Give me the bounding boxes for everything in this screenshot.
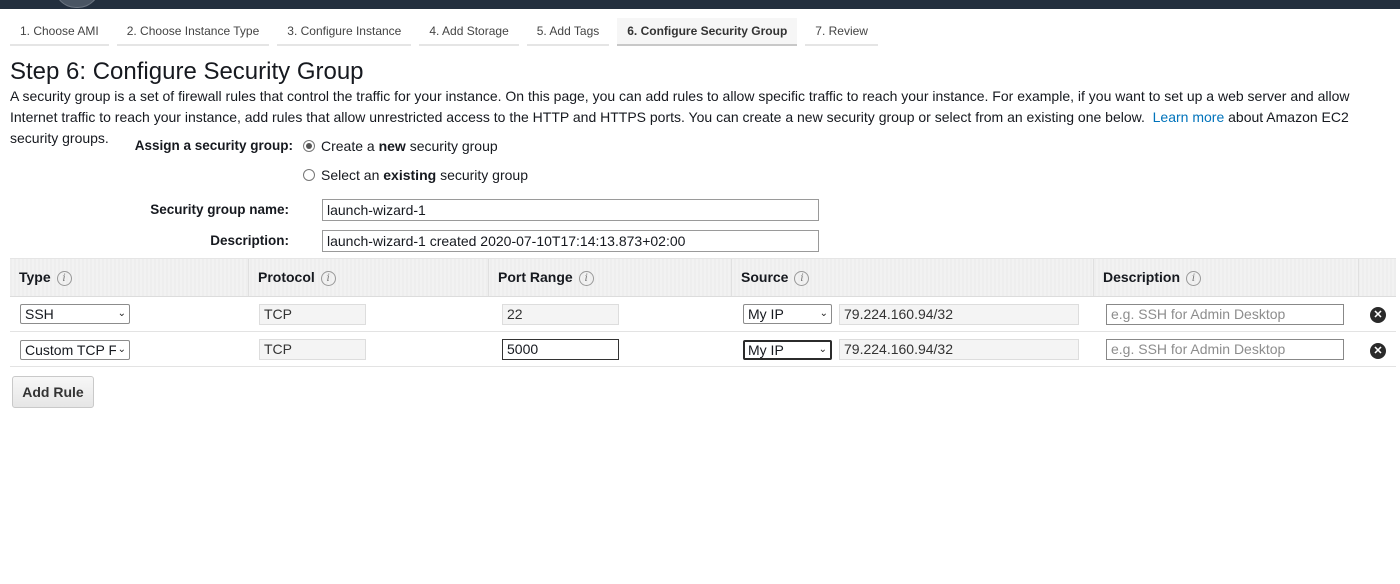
remove-rule-icon[interactable]: ✕ xyxy=(1370,307,1386,323)
info-icon[interactable]: i xyxy=(56,271,72,286)
group-description-input[interactable]: launch-wizard-1 created 2020-07-10T17:14… xyxy=(322,230,819,252)
column-header-actions xyxy=(1358,259,1396,296)
radio-button-select-existing[interactable] xyxy=(303,169,315,181)
assign-security-group-label: Assign a security group: xyxy=(134,138,293,153)
learn-more-link[interactable]: Learn more xyxy=(1153,109,1225,125)
rule-description-input[interactable]: e.g. SSH for Admin Desktop xyxy=(1106,339,1344,360)
rule-source-select[interactable]: My IP ⌄ xyxy=(743,304,832,324)
tab-review[interactable]: 7. Review xyxy=(805,18,878,46)
column-header-protocol: Protocol i xyxy=(248,259,488,296)
chevron-down-icon: ⌄ xyxy=(817,305,828,323)
description-label: Description: xyxy=(210,233,289,248)
rule-port-range-input[interactable]: 5000 xyxy=(502,339,619,360)
info-icon[interactable]: i xyxy=(320,271,336,286)
tab-add-tags[interactable]: 5. Add Tags xyxy=(526,18,610,46)
column-header-source: Source i xyxy=(731,259,1093,296)
radio-select-label: Select an existing security group xyxy=(321,167,528,183)
tab-choose-ami[interactable]: 1. Choose AMI xyxy=(10,18,109,46)
info-icon[interactable]: i xyxy=(578,271,594,286)
tab-configure-security-group[interactable]: 6. Configure Security Group xyxy=(617,18,798,46)
rule-description-input[interactable]: e.g. SSH for Admin Desktop xyxy=(1106,304,1344,325)
rule-row: Custom TCP F ⌄ TCP 5000 My IP ⌄ 79.224.160… xyxy=(10,332,1396,367)
radio-button-create[interactable] xyxy=(303,140,315,152)
wizard-steps: 1. Choose AMI 2. Choose Instance Type 3.… xyxy=(10,18,886,46)
top-navigation-bar xyxy=(0,0,1400,9)
column-header-description: Description i xyxy=(1093,259,1358,296)
rule-port-range-field: 22 xyxy=(502,304,619,325)
intro-body: A security group is a set of firewall ru… xyxy=(10,88,1350,125)
rule-source-cidr-input[interactable]: 79.224.160.94/32 xyxy=(839,304,1079,325)
security-group-name-input[interactable]: launch-wizard-1 xyxy=(322,199,819,221)
rule-type-select[interactable]: Custom TCP F ⌄ xyxy=(20,340,130,360)
column-header-type: Type i xyxy=(10,259,248,296)
radio-create-label: Create a new security group xyxy=(321,138,498,154)
chevron-down-icon: ⌄ xyxy=(115,341,126,359)
tab-choose-instance-type[interactable]: 2. Choose Instance Type xyxy=(116,18,270,46)
remove-rule-icon[interactable]: ✕ xyxy=(1370,343,1386,359)
radio-select-existing-group[interactable]: Select an existing security group xyxy=(303,167,528,183)
column-header-port-range: Port Range i xyxy=(488,259,731,296)
rule-type-select[interactable]: SSH ⌄ xyxy=(20,304,130,324)
rules-table-header: Type i Protocol i Port Range i Source i Desc… xyxy=(10,258,1396,297)
rule-row: SSH ⌄ TCP 22 My IP ⌄ 79.224.160.94/32 e.g.… xyxy=(10,297,1396,332)
rule-protocol-field: TCP xyxy=(259,304,366,325)
tab-configure-instance[interactable]: 3. Configure Instance xyxy=(277,18,412,46)
rule-source-cidr-input[interactable]: 79.224.160.94/32 xyxy=(839,339,1079,360)
info-icon[interactable]: i xyxy=(794,271,810,286)
page-title: Step 6: Configure Security Group xyxy=(10,58,364,85)
security-group-name-label: Security group name: xyxy=(150,202,289,217)
rule-protocol-field: TCP xyxy=(259,339,366,360)
radio-create-new-group[interactable]: Create a new security group xyxy=(303,138,498,154)
tab-add-storage[interactable]: 4. Add Storage xyxy=(419,18,519,46)
chevron-down-icon: ⌄ xyxy=(115,305,126,323)
info-icon[interactable]: i xyxy=(1186,271,1202,286)
add-rule-button[interactable]: Add Rule xyxy=(12,376,94,408)
chevron-down-icon: ⌄ xyxy=(816,342,827,358)
rule-source-select[interactable]: My IP ⌄ xyxy=(743,340,832,360)
aws-logo-icon[interactable] xyxy=(54,0,100,8)
